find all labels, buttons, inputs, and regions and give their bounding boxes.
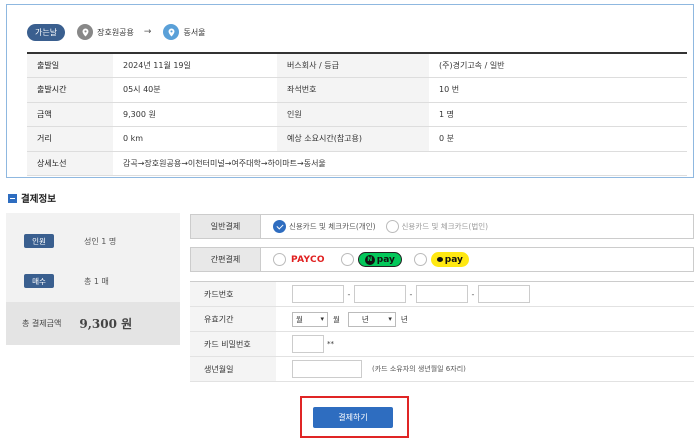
card-number-input-1[interactable] [292, 285, 344, 303]
total-amount-value: 9,300 원 [79, 317, 133, 331]
departure-date-label: 출발일 [27, 53, 113, 78]
departure-time-label: 출발시간 [27, 77, 113, 103]
naver-pay-logo[interactable]: Npay [357, 252, 402, 267]
naver-pay-option[interactable]: Npay [340, 252, 402, 267]
speech-bubble-icon [436, 257, 443, 262]
table-row: 상세노선 감곡→장호원공용→이천터미널→여주대학→하이마트→동서울 [27, 151, 687, 176]
personal-card-label[interactable]: 신용카드 및 체크카드(개인) [289, 221, 376, 232]
payment-section-title: 결제정보 [8, 191, 56, 205]
card-password-input[interactable] [292, 335, 324, 353]
birthdate-fields: (카드 소유자의 생년월일 6자리) [276, 356, 694, 382]
pay-button[interactable]: 결제하기 [313, 407, 393, 428]
kakao-pay-option[interactable]: pay [413, 252, 469, 267]
estimated-time-value: 0 분 [429, 126, 687, 152]
bus-company-label: 버스회사 / 등급 [277, 53, 429, 78]
distance-label: 거리 [27, 126, 113, 152]
chevron-down-icon: ▾ [388, 315, 392, 323]
radio-checked-icon[interactable] [273, 220, 286, 233]
card-password-fields: ** [276, 331, 694, 357]
card-info-form: 카드번호 --- 유효기간 월 ▾ 월 년 ▾ 년 카드 비밀번호 ** 생년월일 (카드… [190, 281, 694, 382]
table-row: 생년월일 (카드 소유자의 생년월일 6자리) [190, 356, 694, 382]
passenger-count-value: 1 명 [429, 102, 687, 127]
general-payment-row: 일반결제 신용카드 및 체크카드(개인) 신용카드 및 체크카드(법인) [190, 214, 694, 239]
table-row: 카드번호 --- [190, 281, 694, 307]
personal-card-option[interactable]: 신용카드 및 체크카드(개인) [273, 220, 376, 233]
ticket-detail-table: 출발일 2024년 11월 19일 버스회사 / 등급 (주)경기고속 / 일반… [27, 52, 687, 176]
birthdate-label: 생년월일 [190, 356, 276, 382]
distance-value: 0 km [113, 126, 277, 152]
location-pin-icon [77, 24, 94, 40]
table-row: 거리 0 km 예상 소요시간(참고용) 0 분 [27, 126, 687, 152]
card-number-input-3[interactable] [416, 285, 468, 303]
ticket-count-value: 총 1 매 [84, 276, 109, 286]
fare-value: 9,300 원 [113, 102, 277, 127]
table-row: 금액 9,300 원 인원 1 명 [27, 102, 687, 127]
ticket-info-panel: 가는날 장호원공용 → 동서울 출발일 2024년 11월 19일 버스회사 /… [6, 4, 694, 178]
persons-value: 성인 1 명 [84, 236, 117, 246]
persons-row: 인원 성인 1 명 [6, 234, 180, 248]
radio-icon[interactable] [385, 220, 399, 233]
expiry-year-select[interactable]: 년 ▾ [347, 311, 396, 327]
route-detail-label: 상세노선 [27, 151, 113, 176]
card-number-input-2[interactable] [354, 285, 406, 303]
arrival-terminal: 동서울 [183, 27, 206, 37]
submit-highlight-frame: 결제하기 [300, 396, 409, 438]
birthdate-input[interactable] [292, 360, 362, 378]
corporate-card-label[interactable]: 신용카드 및 체크카드(법인) [402, 221, 489, 232]
arrow-right-icon: → [143, 27, 152, 37]
birthdate-hint: (카드 소유자의 생년월일 6자리) [372, 365, 466, 373]
total-amount-row: 총 결제금액 9,300 원 [6, 302, 180, 345]
departure-date-value: 2024년 11월 19일 [113, 53, 277, 78]
card-number-fields: --- [276, 281, 694, 307]
table-row: 출발일 2024년 11월 19일 버스회사 / 등급 (주)경기고속 / 일반 [27, 53, 687, 78]
kakao-pay-logo[interactable]: pay [430, 252, 469, 267]
fare-label: 금액 [27, 102, 113, 127]
expiry-label: 유효기간 [190, 306, 276, 332]
passenger-count-label: 인원 [277, 102, 429, 127]
table-row: 유효기간 월 ▾ 월 년 ▾ 년 [190, 306, 694, 332]
easy-payment-row: 간편결제 PAYCO Npay pay [190, 247, 694, 272]
card-number-label: 카드번호 [190, 281, 276, 307]
card-password-label: 카드 비밀번호 [190, 331, 276, 357]
seat-number-value: 10 번 [429, 77, 687, 103]
radio-icon[interactable] [273, 253, 286, 266]
general-payment-label: 일반결제 [191, 215, 261, 238]
route-summary: 가는날 장호원공용 → 동서울 [27, 21, 206, 43]
corporate-card-option[interactable]: 신용카드 및 체크카드(법인) [385, 220, 489, 233]
departure-time-value: 05시 40분 [113, 77, 277, 103]
section-marker-icon [8, 193, 17, 203]
easy-payment-label: 간편결제 [191, 248, 261, 271]
trip-direction-badge: 가는날 [27, 23, 66, 41]
table-row: 출발시간 05시 40분 좌석번호 10 번 [27, 77, 687, 103]
payco-option[interactable]: PAYCO [273, 253, 325, 266]
expiry-fields: 월 ▾ 월 년 ▾ 년 [276, 306, 694, 332]
total-amount-label: 총 결제금액 [22, 319, 62, 328]
estimated-time-label: 예상 소요시간(참고용) [277, 126, 429, 152]
bus-company-value: (주)경기고속 / 일반 [429, 53, 687, 78]
radio-icon[interactable] [340, 253, 354, 266]
chevron-down-icon: ▾ [320, 315, 324, 323]
ticket-count-badge: 매수 [24, 274, 54, 288]
payco-logo[interactable]: PAYCO [291, 255, 325, 265]
ticket-count-row: 매수 총 1 매 [6, 274, 180, 288]
table-row: 카드 비밀번호 ** [190, 331, 694, 357]
location-pin-icon [163, 24, 180, 40]
radio-icon[interactable] [413, 253, 427, 266]
expiry-month-select[interactable]: 월 ▾ [292, 311, 328, 327]
departure-terminal: 장호원공용 [97, 27, 134, 37]
seat-number-label: 좌석번호 [277, 77, 429, 103]
persons-badge: 인원 [24, 234, 54, 248]
route-detail-value: 감곡→장호원공용→이천터미널→여주대학→하이마트→동서울 [113, 151, 687, 176]
card-number-input-4[interactable] [478, 285, 530, 303]
payment-summary: 인원 성인 1 명 매수 총 1 매 총 결제금액 9,300 원 [6, 213, 180, 345]
